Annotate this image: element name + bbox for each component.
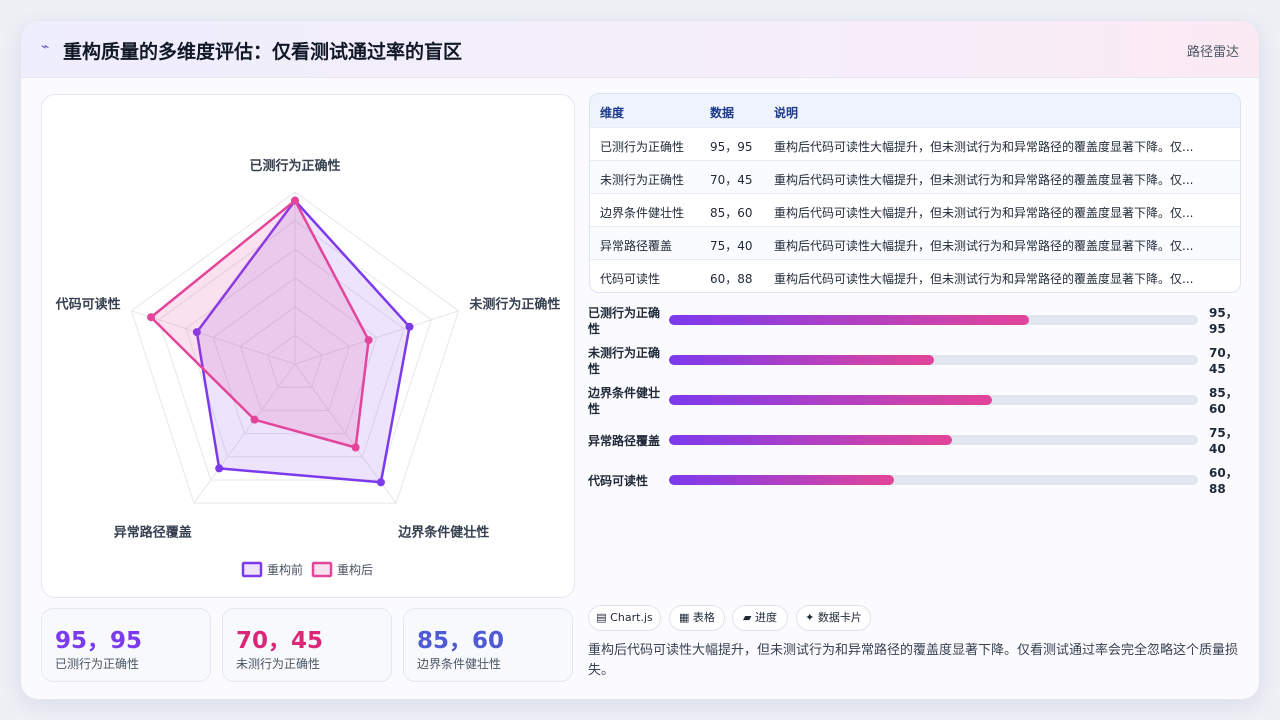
progress-value: 85，60 (1209, 386, 1238, 416)
progress-value: 95，95 (1209, 306, 1238, 336)
table-cell: 重构后代码可读性大幅提升，但未测试行为和异常路径的覆盖度显著下降。仅... (774, 239, 1194, 253)
stat-value: 85，60 (417, 628, 505, 654)
radar-chart-panel: 已测行为正确性未测行为正确性边界条件健壮性 异常路径覆盖 代码可读性重构前 重构后 (41, 94, 575, 598)
radar-axis-label: 代码可读性 (55, 296, 121, 312)
progress-value: 70，45 (1209, 346, 1238, 376)
table-cell: 重构后代码可读性大幅提升，但未测试行为和异常路径的覆盖度显著下降。仅... (774, 173, 1194, 187)
header: ⌁ 重构质量的多维度评估：仅看测试通过率的盲区 路径雷达 (21, 21, 1259, 78)
table-cell: 85，60 (710, 206, 753, 220)
table-cell: 代码可读性 (600, 272, 661, 286)
stat-label: 未测行为正确性 (236, 657, 321, 671)
summary-text: 重构后代码可读性大幅提升，但未测试行为和异常路径的覆盖度显著下降。仅看测试通过率… (588, 643, 1239, 678)
legend-swatch (311, 561, 333, 578)
table-header-cell: 说明 (774, 106, 799, 120)
table-cell: 异常路径覆盖 (600, 239, 673, 253)
legend-swatch (241, 561, 263, 578)
chart-js-chip[interactable]: ▤ Chart.js (588, 605, 661, 631)
stat-label: 边界条件健壮性 (417, 657, 502, 671)
stat-card: 95，95 已测行为正确性 (41, 608, 211, 682)
progress-label: 边界条件健壮性 (588, 386, 661, 416)
progress-fill (669, 395, 992, 405)
pulse-icon: ⌁ (41, 39, 50, 55)
table-cell: 未测行为正确性 (600, 173, 685, 187)
data-table: 维度 数据 说明 已测行为正确性 95，95 重构后代码可读性大幅提升，但未测试… (589, 93, 1241, 293)
stat-value: 95，95 (55, 628, 143, 654)
radar-point (364, 336, 373, 345)
radar-point (250, 415, 259, 424)
table-row: 未测行为正确性 70，45 重构后代码可读性大幅提升，但未测试行为和异常路径的覆… (590, 160, 1240, 194)
stat-label: 已测行为正确性 (55, 657, 140, 671)
radar-axis-label: 边界条件健壮性 (397, 525, 489, 541)
radar-point (215, 464, 224, 473)
table-cell: 重构后代码可读性大幅提升，但未测试行为和异常路径的覆盖度显著下降。仅... (774, 206, 1194, 220)
page-title: 重构质量的多维度评估：仅看测试通过率的盲区 (63, 41, 463, 63)
data-card-chip[interactable]: ✦ 数据卡片 (796, 605, 871, 631)
radar-point (351, 443, 360, 452)
progress-row: 边界条件健壮性 85，60 (588, 383, 1243, 423)
progress-row: 未测行为正确性 70，45 (588, 343, 1243, 383)
progress-label: 异常路径覆盖 (588, 434, 661, 448)
progress-fill (669, 315, 1029, 325)
progress-track (669, 435, 1198, 445)
radar-axis-label: 已测行为正确性 (249, 158, 340, 174)
progress-track (669, 355, 1198, 365)
progress-track (669, 475, 1198, 485)
radar-point (147, 313, 156, 322)
table-cell: 重构后代码可读性大幅提升，但未测试行为和异常路径的覆盖度显著下降。仅... (774, 272, 1194, 286)
progress-fill (669, 355, 934, 365)
table-header-cell: 数据 (710, 106, 735, 120)
progress-chip[interactable]: ▰ 进度 (732, 605, 788, 631)
progress-track (669, 315, 1198, 325)
table-cell: 95，95 (710, 140, 753, 154)
progress-row: 已测行为正确性 95，95 (588, 303, 1243, 343)
table-cell: 75，40 (710, 239, 753, 253)
progress-label: 已测行为正确性 (588, 306, 661, 336)
table-row: 代码可读性 60，88 重构后代码可读性大幅提升，但未测试行为和异常路径的覆盖度… (590, 259, 1240, 292)
table-header-row: 维度 数据 说明 (590, 94, 1240, 127)
radar-axis-label: 未测行为正确性 (468, 296, 560, 312)
radar-point (291, 196, 299, 205)
stat-card: 70，45 未测行为正确性 (222, 608, 392, 682)
nav-link[interactable]: 路径雷达 (1187, 41, 1239, 60)
table-cell: 60，88 (710, 272, 753, 286)
table-cell: 70，45 (710, 173, 753, 187)
table-cell: 边界条件健壮性 (600, 206, 685, 220)
progress-fill (669, 435, 952, 445)
progress-fill (669, 475, 894, 485)
radar-point (376, 478, 385, 487)
table-cell: 重构后代码可读性大幅提升，但未测试行为和异常路径的覆盖度显著下降。仅... (774, 140, 1194, 154)
progress-track (669, 395, 1198, 405)
radar-chart: 已测行为正确性未测行为正确性边界条件健壮性 异常路径覆盖 代码可读性重构前 重构后 (55, 158, 560, 578)
radar-series-area (149, 199, 370, 449)
progress-row: 异常路径覆盖 75，40 (588, 423, 1243, 463)
table-header-cell: 维度 (600, 106, 625, 120)
legend-label: 重构后 (337, 562, 373, 577)
radar-axis-label: 异常路径覆盖 (114, 525, 192, 541)
table-row: 异常路径覆盖 75，40 重构后代码可读性大幅提升，但未测试行为和异常路径的覆盖… (590, 226, 1240, 260)
table-chip[interactable]: ▦ 表格 (669, 605, 725, 631)
table-row: 边界条件健壮性 85，60 重构后代码可读性大幅提升，但未测试行为和异常路径的覆… (590, 193, 1240, 227)
progress-label: 代码可读性 (588, 474, 649, 488)
radar-point (405, 322, 414, 331)
table-cell: 已测行为正确性 (600, 140, 685, 154)
progress-label: 未测行为正确性 (588, 346, 661, 376)
stat-card: 85，60 边界条件健壮性 (403, 608, 573, 682)
progress-value: 60，88 (1209, 466, 1238, 496)
progress-value: 75，40 (1209, 426, 1238, 456)
legend-label: 重构前 (267, 562, 303, 577)
table-row: 已测行为正确性 95，95 重构后代码可读性大幅提升，但未测试行为和异常路径的覆… (590, 127, 1240, 161)
main-card: ⌁ 重构质量的多维度评估：仅看测试通过率的盲区 路径雷达 已测行为正确性 未测行为… (20, 20, 1260, 700)
progress-row: 代码可读性 60，88 (588, 463, 1243, 503)
stat-value: 70，45 (236, 628, 324, 654)
